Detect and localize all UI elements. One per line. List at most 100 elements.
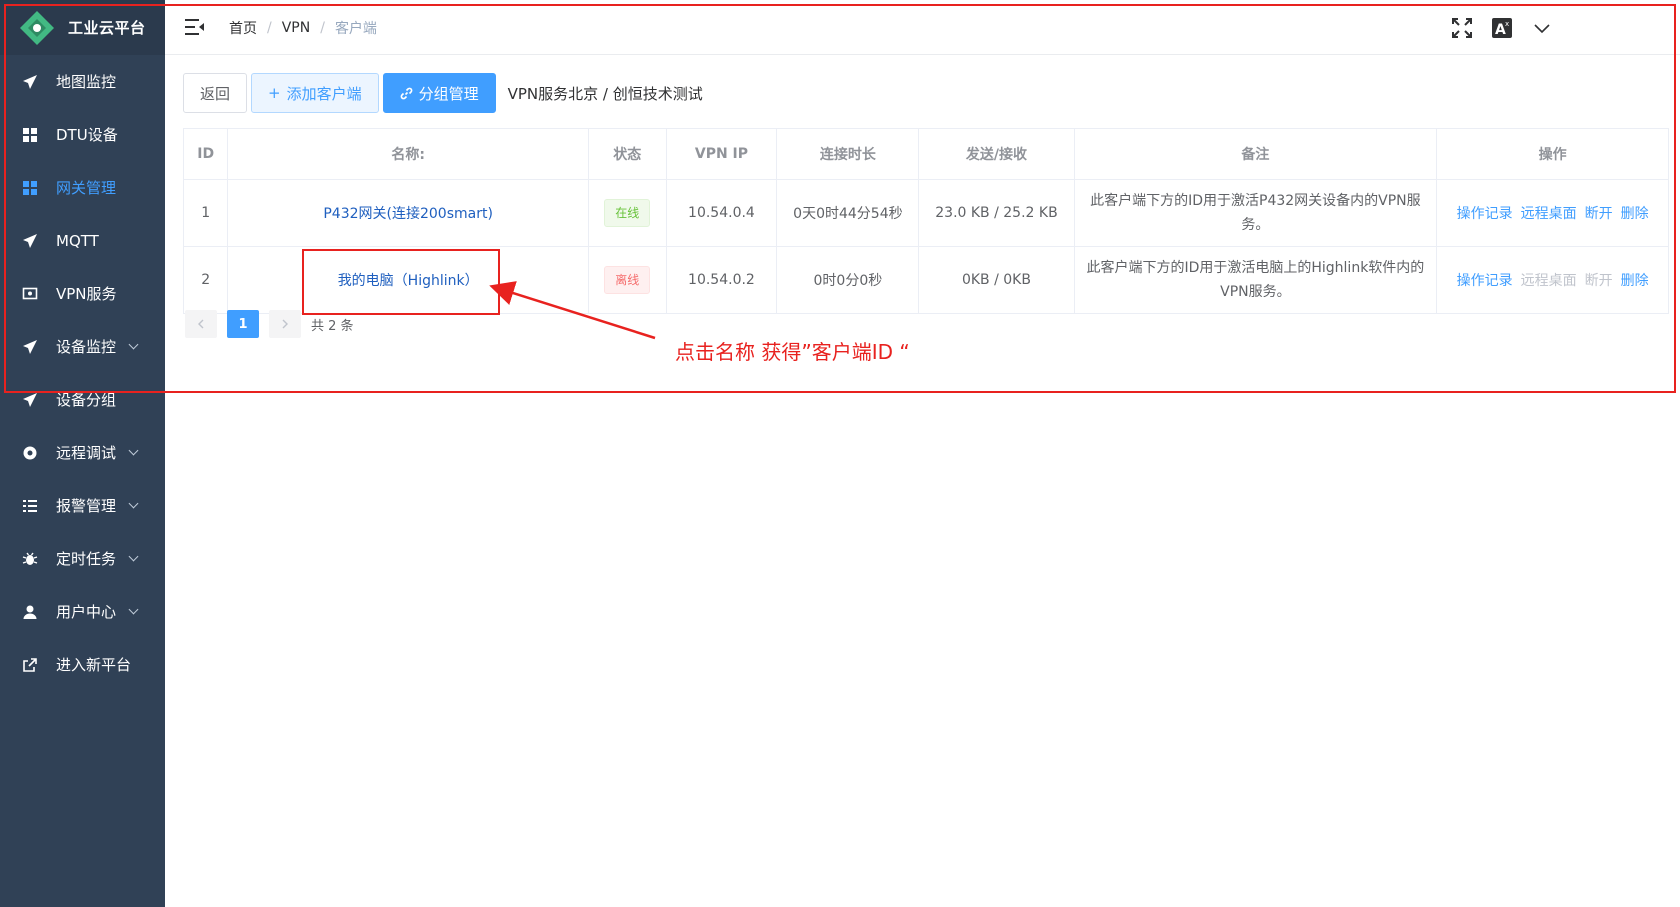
cell-vpn-ip: 10.54.0.2 bbox=[665, 246, 778, 314]
app-root: 工业云平台 地图监控 DTU设备网关管理 MQTT VPN服务设备监控设备分组远程调试… bbox=[0, 0, 1680, 907]
gear-icon bbox=[22, 445, 38, 461]
breadcrumb-home[interactable]: 首页 bbox=[229, 18, 257, 38]
sidebar: 工业云平台 地图监控 DTU设备网关管理 MQTT VPN服务设备监控设备分组远程调试… bbox=[0, 0, 165, 907]
sidebar-item-6[interactable]: 设备分组 bbox=[0, 373, 165, 426]
page-number-button[interactable]: 1 bbox=[227, 310, 259, 338]
status-badge: 离线 bbox=[604, 266, 651, 294]
sidebar-item-10[interactable]: 用户中心 bbox=[0, 585, 165, 638]
cell-duration: 0时0分0秒 bbox=[776, 246, 920, 314]
chevron-down-icon bbox=[128, 604, 139, 615]
send-icon bbox=[22, 339, 38, 355]
cell-vpn-ip: 10.54.0.4 bbox=[665, 179, 778, 247]
user-icon bbox=[22, 604, 38, 620]
client-name-link[interactable]: P432网关(连接200smart) bbox=[227, 179, 589, 247]
sidebar-item-7[interactable]: 远程调试 bbox=[0, 426, 165, 479]
send-icon bbox=[22, 233, 38, 249]
op-link-0[interactable]: 操作记录 bbox=[1457, 273, 1513, 289]
cell-id: 1 bbox=[182, 179, 229, 247]
op-link-3[interactable]: 删除 bbox=[1621, 206, 1649, 222]
list-icon bbox=[22, 498, 38, 514]
sidebar-item-2[interactable]: 网关管理 bbox=[0, 161, 165, 214]
sidebar-item-label: 远程调试 bbox=[56, 444, 117, 462]
column-header: 发送/接收 bbox=[918, 128, 1075, 180]
column-header: 连接时长 bbox=[776, 128, 920, 180]
add-client-button[interactable]: + 添加客户端 bbox=[251, 73, 379, 113]
status-badge: 在线 bbox=[604, 199, 651, 227]
client-table: ID 名称: 状态 VPN IP 连接时长 发送/接收 备注 操作 1 P432网关(连接200… bbox=[182, 128, 1669, 314]
breadcrumb-current: 客户端 bbox=[334, 21, 377, 37]
grid-icon bbox=[22, 180, 38, 196]
logo[interactable]: 工业云平台 bbox=[0, 0, 165, 55]
external-link-icon bbox=[22, 657, 38, 673]
sidebar-item-label: VPN服务 bbox=[56, 285, 117, 303]
remark-text: 此客户端下方的ID用于激活电脑上的Highlink软件内的VPN服务。 bbox=[1086, 260, 1425, 300]
vpn-service-path: VPN服务北京 / 创恒技术测试 bbox=[507, 84, 703, 103]
sidebar-item-label: 报警管理 bbox=[56, 497, 117, 515]
column-header: 操作 bbox=[1436, 128, 1669, 180]
chevron-left-icon bbox=[198, 319, 204, 329]
annotation-note: 点击名称 获得”客户端ID “ bbox=[675, 340, 910, 364]
op-link-2[interactable]: 断开 bbox=[1585, 206, 1613, 222]
column-header: 备注 bbox=[1073, 128, 1438, 180]
fullscreen-icon[interactable] bbox=[1451, 17, 1473, 39]
sidebar-item-label: 定时任务 bbox=[56, 550, 117, 568]
column-header: 名称: bbox=[227, 128, 589, 180]
remark-text: 此客户端下方的ID用于激活P432网关设备内的VPN服务。 bbox=[1090, 193, 1421, 233]
table-row: 2 我的电脑（Highlink） 离线 10.54.0.2 0时0分0秒 0KB / 0K… bbox=[182, 246, 1669, 314]
sidebar-item-5[interactable]: 设备监控 bbox=[0, 320, 165, 373]
grid-icon bbox=[22, 127, 38, 143]
chevron-down-icon bbox=[128, 551, 139, 562]
chevron-right-icon bbox=[282, 319, 288, 329]
op-link-2[interactable]: 断开 bbox=[1585, 273, 1613, 289]
link-icon bbox=[400, 87, 412, 99]
cell-status: 在线 bbox=[587, 179, 667, 247]
language-icon[interactable]: A x bbox=[1491, 17, 1513, 39]
chevron-down-icon[interactable] bbox=[1531, 17, 1553, 39]
sidebar-item-9[interactable]: 定时任务 bbox=[0, 532, 165, 585]
group-manage-button[interactable]: 分组管理 bbox=[382, 73, 496, 113]
sidebar-item-4[interactable]: VPN服务 bbox=[0, 267, 165, 320]
svg-text:x: x bbox=[1505, 20, 1509, 28]
sidebar-item-label: 进入新平台 bbox=[56, 656, 132, 674]
table-header-row: ID 名称: 状态 VPN IP 连接时长 发送/接收 备注 操作 bbox=[182, 128, 1669, 180]
sidebar-item-1[interactable]: DTU设备 bbox=[0, 108, 165, 161]
sidebar-item-11[interactable]: 进入新平台 bbox=[0, 638, 165, 691]
monitor-icon bbox=[22, 286, 38, 302]
sidebar-item-label: 用户中心 bbox=[56, 603, 117, 621]
next-page-button[interactable] bbox=[269, 310, 301, 338]
cell-duration: 0天0时44分54秒 bbox=[776, 179, 920, 247]
cell-id: 2 bbox=[182, 246, 229, 314]
client-name-link[interactable]: 我的电脑（Highlink） bbox=[227, 246, 589, 314]
sidebar-menu: 地图监控 DTU设备网关管理 MQTT VPN服务设备监控设备分组远程调试报警管理定时… bbox=[0, 55, 165, 691]
op-link-1[interactable]: 远程桌面 bbox=[1521, 206, 1577, 222]
back-button[interactable]: 返回 bbox=[183, 73, 248, 113]
breadcrumb: 首页 / VPN / 客户端 bbox=[229, 18, 377, 38]
op-link-3[interactable]: 删除 bbox=[1621, 273, 1649, 289]
hamburger-icon[interactable] bbox=[185, 18, 205, 36]
table-row: 1 P432网关(连接200smart) 在线 10.54.0.4 0天0时44分54秒… bbox=[182, 179, 1669, 247]
cell-operations: 操作记录 远程桌面 断开 删除 bbox=[1436, 179, 1669, 247]
send-icon bbox=[22, 74, 38, 90]
pagination: 1 共 2 条 bbox=[185, 310, 354, 338]
breadcrumb-separator: / bbox=[267, 20, 272, 36]
sidebar-item-label: 地图监控 bbox=[56, 73, 117, 91]
sidebar-item-label: 设备分组 bbox=[56, 391, 117, 409]
prev-page-button[interactable] bbox=[185, 310, 217, 338]
main-content: 返回 + 添加客户端 分组管理 VPN服务北京 / 创恒技术测试 ID 名称: … bbox=[165, 55, 1680, 907]
sidebar-item-label: MQTT bbox=[56, 231, 99, 250]
cell-traffic: 23.0 KB / 25.2 KB bbox=[918, 179, 1075, 247]
sidebar-item-3[interactable]: MQTT bbox=[0, 214, 165, 267]
sidebar-item-label: 网关管理 bbox=[56, 179, 117, 197]
top-navbar: 首页 / VPN / 客户端 A x bbox=[165, 0, 1680, 55]
back-button-label: 返回 bbox=[200, 84, 231, 103]
sidebar-item-0[interactable]: 地图监控 bbox=[0, 55, 165, 108]
op-link-1[interactable]: 远程桌面 bbox=[1521, 273, 1577, 289]
column-header: ID bbox=[182, 128, 229, 180]
sidebar-item-label: DTU设备 bbox=[56, 126, 118, 144]
cell-remark: 此客户端下方的ID用于激活P432网关设备内的VPN服务。 bbox=[1073, 179, 1438, 247]
breadcrumb-vpn[interactable]: VPN bbox=[282, 20, 311, 36]
sidebar-item-8[interactable]: 报警管理 bbox=[0, 479, 165, 532]
app-title: 工业云平台 bbox=[68, 19, 146, 37]
op-link-0[interactable]: 操作记录 bbox=[1457, 206, 1513, 222]
cell-remark: 此客户端下方的ID用于激活电脑上的Highlink软件内的VPN服务。 bbox=[1073, 246, 1438, 314]
